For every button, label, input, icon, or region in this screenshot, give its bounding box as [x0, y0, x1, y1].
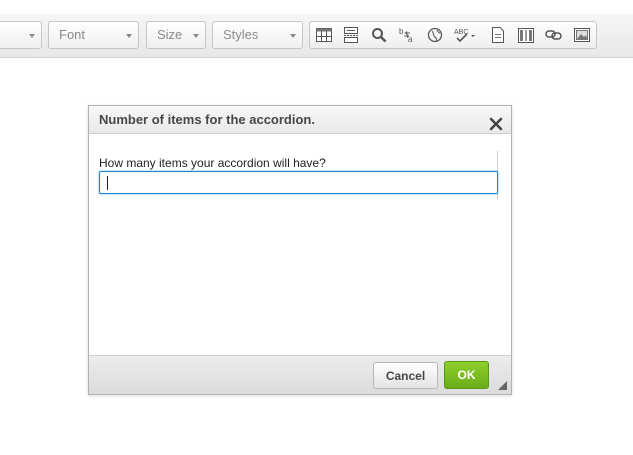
dialog-footer: Cancel OK — [89, 355, 511, 394]
items-count-input[interactable] — [99, 171, 498, 194]
chevron-down-icon — [193, 34, 199, 38]
close-icon — [489, 117, 503, 131]
image-button[interactable] — [571, 25, 593, 45]
toolbar-button-group: b a ABC — [309, 21, 597, 49]
font-combo-label: Font — [59, 27, 86, 42]
image-icon — [574, 28, 590, 42]
page-top-strip — [0, 0, 633, 14]
items-count-label: How many items your accordion will have? — [99, 156, 326, 170]
chevron-down-icon — [290, 34, 296, 38]
dialog-title-bar[interactable]: Number of items for the accordion. — [89, 106, 511, 134]
font-combo[interactable]: Font — [48, 21, 139, 49]
link-button[interactable] — [543, 25, 565, 45]
table-button[interactable] — [313, 25, 335, 45]
page-break-icon — [344, 27, 358, 43]
find-icon — [372, 28, 387, 43]
ok-button[interactable]: OK — [444, 361, 489, 389]
cancel-button[interactable]: Cancel — [373, 362, 438, 389]
table-icon — [316, 28, 332, 42]
link-icon — [545, 30, 562, 40]
find-button[interactable] — [368, 25, 390, 45]
globe-icon — [427, 27, 443, 43]
chevron-down-icon — [29, 34, 35, 38]
page-break-button[interactable] — [340, 25, 362, 45]
size-combo-label: Size — [157, 27, 183, 42]
styles-combo-label: Styles — [223, 27, 259, 42]
replace-button[interactable]: b a — [396, 25, 418, 45]
chevron-down-icon — [126, 34, 132, 38]
styles-combo[interactable]: Styles — [212, 21, 303, 49]
size-combo[interactable]: Size — [146, 21, 206, 49]
dialog-title: Number of items for the accordion. — [99, 112, 315, 127]
spellcheck-button[interactable]: ABC — [452, 25, 480, 45]
dialog-body: How many items your accordion will have? — [89, 134, 511, 355]
accordion-items-dialog: Number of items for the accordion. How m… — [88, 105, 512, 395]
editor-toolbar: Font Size Styles b a ABC — [0, 14, 633, 58]
globe-button[interactable] — [424, 25, 446, 45]
resize-handle-icon[interactable] — [498, 381, 507, 390]
spellcheck-icon: ABC — [454, 29, 475, 43]
replace-icon: b a — [399, 27, 413, 43]
svg-text:b: b — [399, 27, 404, 36]
columns-button[interactable] — [515, 25, 537, 45]
columns-icon — [518, 27, 534, 43]
close-button[interactable] — [489, 113, 503, 131]
document-button[interactable] — [487, 25, 509, 45]
format-combo[interactable] — [0, 21, 42, 49]
document-icon — [492, 27, 504, 43]
text-cursor — [107, 176, 108, 190]
